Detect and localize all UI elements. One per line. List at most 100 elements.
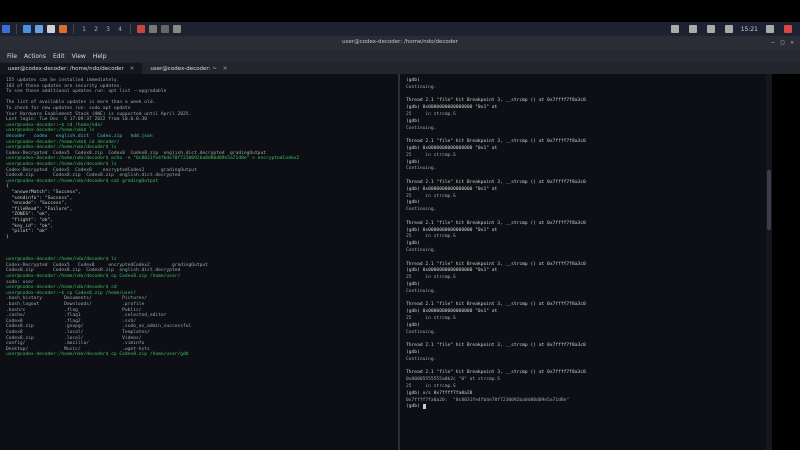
terminal-line: .bashrc .flag Public/ (6, 307, 142, 313)
clock[interactable]: 15:21 (741, 26, 758, 33)
folder-icon[interactable] (35, 25, 43, 33)
workspace-3[interactable]: 3 (102, 26, 114, 33)
menu-file[interactable]: File (7, 53, 17, 60)
terminal-line: sudo: user (6, 279, 34, 285)
notification-icon[interactable] (688, 25, 697, 33)
browser-icon[interactable] (59, 25, 67, 33)
terminal-line: Thread 2.1 "file" hit Breakpoint 3, __st… (406, 139, 586, 145)
scrollbar-thumb[interactable] (767, 170, 771, 230)
menu-actions[interactable]: Actions (24, 53, 46, 60)
workspace-4[interactable]: 4 (114, 26, 126, 33)
window-controls: – □ ✕ (771, 39, 794, 46)
app-icon[interactable] (149, 25, 157, 33)
tab-close-icon[interactable]: ✕ (223, 66, 228, 72)
terminal-line: .bash_history Documents/ Pictures/ (6, 296, 148, 302)
menu-view[interactable]: View (72, 53, 86, 60)
terminal-line: Your Hardware Enablement Stack (HWE) is … (6, 111, 192, 117)
taskbar-separator (130, 24, 131, 34)
minimize-icon[interactable]: – (771, 39, 775, 46)
terminal-line: (gdb) (406, 404, 426, 410)
terminal-line: Codex8.zip Codex8.zip Codex8.zip english… (6, 173, 181, 179)
terminal-line: 155 updates can be installed immediately… (6, 78, 120, 83)
terminal-line: Continuing. (406, 329, 437, 335)
volume-icon[interactable] (724, 25, 733, 33)
close-icon[interactable]: ✕ (790, 39, 794, 46)
lock-icon[interactable] (766, 25, 774, 33)
terminal-line: Codex8.zip Codex8.zip Codex8.zip english… (6, 268, 181, 274)
terminal-line: user@codex-decoder:/home/ndo/decoder$ cp… (6, 352, 189, 358)
terminal-line: Continuing. (406, 166, 437, 172)
tab-close-icon[interactable]: ✕ (130, 66, 135, 72)
terminal-line: Thread 2.1 "file" hit Breakpoint 3, __st… (406, 302, 586, 308)
tab-home[interactable]: user@codex-decoder: ~ ✕ (142, 63, 235, 74)
terminal-line: 25 in strcmp.S (406, 384, 456, 389)
cursor (422, 404, 426, 410)
terminal-line: (gdb) (406, 118, 420, 124)
taskbar-separator (16, 24, 17, 34)
display-icon[interactable] (670, 25, 679, 33)
terminal-line: } (6, 234, 9, 240)
window-titlebar[interactable]: user@codex-decoder: /home/ndo/decoder – … (0, 36, 800, 50)
menu-icon[interactable] (2, 25, 10, 33)
desktop-icon[interactable] (23, 25, 31, 33)
terminal-pane-left[interactable]: 155 updates can be installed immediately… (0, 74, 398, 450)
terminal-line: 25 in strcmp.S (406, 316, 456, 321)
terminal-line: Continuing. (406, 207, 437, 213)
terminal-line: To see these additional updates run: apt… (6, 89, 167, 95)
screen: 1 2 3 4 15:21 user@codex-decoder: /home/… (0, 0, 800, 450)
menu-edit[interactable]: Edit (53, 53, 65, 60)
taskbar: 1 2 3 4 15:21 (0, 22, 800, 36)
app-icon[interactable] (161, 25, 169, 33)
tab-label: user@codex-decoder: ~ (150, 65, 217, 72)
terminal-line: user@codex-decoder:/home/ndo/decoder$ cp… (6, 274, 181, 279)
terminal-line: Continuing. (406, 356, 437, 362)
tab-decoder[interactable]: user@codex-decoder: /home/ndo/decoder ✕ (0, 63, 143, 74)
terminal-line: "key_id": "ok", (6, 223, 54, 229)
terminal-icon[interactable] (47, 25, 55, 33)
terminal-line: user@codex-decoder:/home/ndo/decoder$ ec… (6, 156, 300, 162)
terminal-line: Codex8.zip .local/ Videos/ (6, 335, 142, 341)
terminal-line: Thread 2.1 "file" hit Breakpoint 3, __st… (406, 261, 586, 267)
terminal-line: (gdb) (406, 350, 420, 355)
terminal-line: (gdb) (406, 159, 420, 165)
terminal-line: (gdb) 0x0000000000000000 "0x1" at (406, 186, 498, 192)
window-title: user@codex-decoder: /home/ndo/decoder (342, 39, 458, 45)
terminal-pane-right[interactable]: (gdb) Continuing. Thread 2.1 "file" hit Br… (400, 74, 766, 450)
terminal-line: "encode": "Success", (6, 201, 67, 207)
terminal-line: decoder codex english.dict Codex.zip hdd… (6, 134, 153, 139)
menubar: File Actions Edit View Help (0, 50, 800, 62)
terminal-line: Thread 2.1 "file" hit Breakpoint 3, __st… (406, 370, 586, 376)
terminal-line: (gdb) (406, 282, 420, 287)
terminal-line: 0x7ffff7fa0a20: "0c8031fe4fb4e78f7230092… (406, 397, 570, 403)
workspace-2[interactable]: 2 (90, 26, 102, 33)
terminal-line: user@codex-decoder:/home/ndo$ cd decoder… (6, 139, 120, 145)
terminal-line: (gdb) (406, 200, 420, 206)
app-icon[interactable] (137, 25, 145, 33)
terminal-line: user@codex-decoder:/home/ndo$ ls (6, 128, 95, 134)
terminal-line: (gdb) 0x0000000000000000 "0x1" at (406, 105, 498, 111)
terminal-line: "sendinfo": "Success", (6, 195, 73, 201)
menu-help[interactable]: Help (93, 53, 107, 60)
terminal-line: Continuing. (406, 248, 437, 253)
terminal-line: user@codex-decoder:/home/ndo/decoder$ ls (6, 257, 117, 263)
terminal-line: Codex-Decrypted Codex5 Codex8 encryptedC… (6, 167, 197, 173)
terminal-line: Continuing. (406, 288, 437, 294)
terminal-line: (gdb) 0x0000000000000000 "0x1" at (406, 227, 498, 233)
terminal-line: (gdb) (406, 322, 420, 328)
maximize-icon[interactable]: □ (781, 39, 785, 46)
app-icon[interactable] (173, 25, 181, 33)
terminal-line: config/ .mozilla/ .viminfo (6, 341, 145, 347)
battery-icon[interactable] (706, 25, 715, 33)
workspace-1[interactable]: 1 (78, 26, 90, 33)
terminal-line: 25 in strcmp.S (406, 275, 456, 281)
terminal-line: .bash_logout Downloads/ .profile (6, 302, 145, 307)
terminal-line: The list of available updates is more th… (6, 100, 156, 106)
terminal-line: user@codex-decoder:/home/ndo/decoder$ ls (6, 145, 117, 151)
terminal-line: Continuing. (406, 84, 437, 90)
power-icon[interactable] (784, 25, 792, 33)
terminal-line: user@codex-decoder:/home/ndo/decoder$ cd (6, 285, 117, 291)
terminal-line: 25 in strcmp.S (406, 193, 456, 199)
terminal-line: Thread 2.1 "file" hit Breakpoint 3, __st… (406, 180, 586, 185)
terminal-line: (gdb) (406, 78, 420, 83)
terminal-line: Codex8.zip .gnupg/ .sudo_as_admin_succes… (6, 324, 192, 330)
